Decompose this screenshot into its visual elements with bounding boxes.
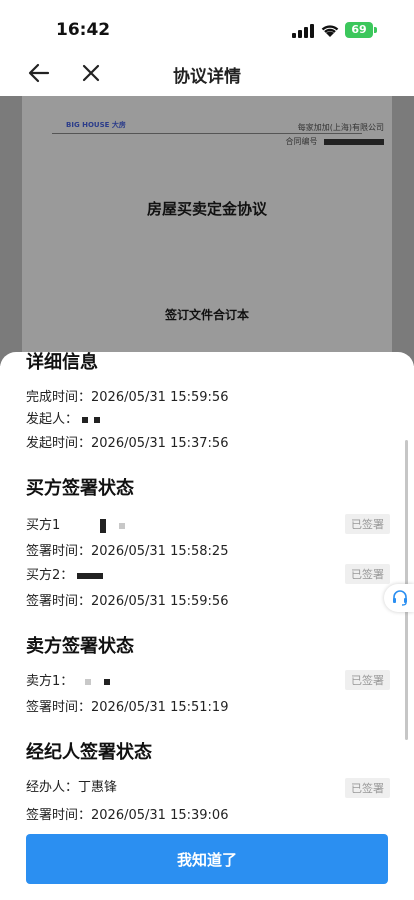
seller-section-title: 卖方签署状态 <box>26 636 134 657</box>
completed-time-value: 2026/05/31 15:59:56 <box>91 390 229 405</box>
battery-icon: 69 <box>345 22 373 38</box>
battery-cap <box>374 27 377 33</box>
redacted-mask <box>118 522 125 529</box>
redacted-mask <box>100 518 107 533</box>
details-section-title: 详细信息 <box>26 352 98 373</box>
status-bar: 16:42 69 <box>0 0 414 50</box>
nav-bar: 协议详情 <box>0 50 414 96</box>
buyer-1-time-label: 签署时间： <box>26 544 92 559</box>
agent-section-title: 经纪人签署状态 <box>26 742 152 763</box>
document-page: BIG HOUSE 大房 每家加加(上海)有限公司 合同编号 房屋买卖定金协议 … <box>22 96 392 366</box>
buyer-1-row: 买方1 <box>26 514 125 533</box>
redacted-mask <box>77 572 104 579</box>
buyer-2-label: 买方2： <box>26 568 74 583</box>
completed-time-row: 完成时间：2026/05/31 15:59:56 <box>26 386 228 405</box>
initiator-row: 发起人： <box>26 408 101 427</box>
detail-sheet[interactable]: 详细信息 完成时间：2026/05/31 15:59:56 发起人： 发起时间：… <box>0 352 414 900</box>
document-corp-name: 每家加加(上海)有限公司 <box>297 123 384 132</box>
document-logo: BIG HOUSE 大房 <box>66 121 126 129</box>
agent-1-time-value: 2026/05/31 15:39:06 <box>91 808 229 823</box>
customer-support-button[interactable] <box>384 584 414 612</box>
buyer-2-row: 买方2： <box>26 564 104 583</box>
buyer-2-time-value: 2026/05/31 15:59:56 <box>91 594 229 609</box>
buyer-2-time-row: 签署时间：2026/05/31 15:59:56 <box>26 590 228 609</box>
document-preview[interactable]: BIG HOUSE 大房 每家加加(上海)有限公司 合同编号 房屋买卖定金协议 … <box>0 96 414 366</box>
document-subtitle: 签订文件合订本 <box>164 308 249 322</box>
initiated-time-label: 发起时间： <box>26 436 92 451</box>
cellular-signal-icon <box>292 24 314 38</box>
document-title: 房屋买卖定金协议 <box>146 200 267 218</box>
redacted-mask <box>85 678 92 685</box>
buyer-1-time-row: 签署时间：2026/05/31 15:58:25 <box>26 540 228 559</box>
seller-1-time-row: 签署时间：2026/05/31 15:51:19 <box>26 696 228 715</box>
agent-1-row: 经办人：丁惠锋 <box>26 776 117 795</box>
redacted-mask <box>324 138 384 145</box>
page-title: 协议详情 <box>173 67 241 87</box>
seller-1-status-badge: 已签署 <box>345 670 390 690</box>
wifi-icon <box>321 25 339 37</box>
buyer-1-label: 买方1 <box>26 518 61 533</box>
document-contract-no: 合同编号 <box>285 136 384 147</box>
seller-1-label: 卖方1： <box>26 674 74 689</box>
initiated-time-value: 2026/05/31 15:37:56 <box>91 436 229 451</box>
buyer-1-time-value: 2026/05/31 15:58:25 <box>91 544 229 559</box>
seller-1-time-label: 签署时间： <box>26 700 92 715</box>
agent-1-status-badge: 已签署 <box>345 778 390 798</box>
confirm-button[interactable]: 我知道了 <box>26 834 388 884</box>
seller-1-row: 卖方1： <box>26 670 110 689</box>
agent-1-time-row: 签署时间：2026/05/31 15:39:06 <box>26 804 228 823</box>
agent-1-label: 经办人：丁惠锋 <box>26 780 118 795</box>
redacted-mask <box>82 416 89 423</box>
completed-time-label: 完成时间： <box>26 390 92 405</box>
headset-icon <box>393 590 407 606</box>
agent-1-time-label: 签署时间： <box>26 808 92 823</box>
buyer-section-title: 买方签署状态 <box>26 478 134 499</box>
buyer-2-status-badge: 已签署 <box>345 564 390 584</box>
redacted-mask <box>103 678 110 685</box>
redacted-mask <box>94 416 101 423</box>
contract-no-label: 合同编号 <box>285 137 318 146</box>
seller-1-time-value: 2026/05/31 15:51:19 <box>91 700 229 715</box>
status-time: 16:42 <box>56 20 111 40</box>
buyer-2-time-label: 签署时间： <box>26 594 92 609</box>
initiated-time-row: 发起时间：2026/05/31 15:37:56 <box>26 432 228 451</box>
initiator-label: 发起人： <box>26 412 79 427</box>
document-header-line <box>52 133 362 134</box>
buyer-1-status-badge: 已签署 <box>345 514 390 534</box>
